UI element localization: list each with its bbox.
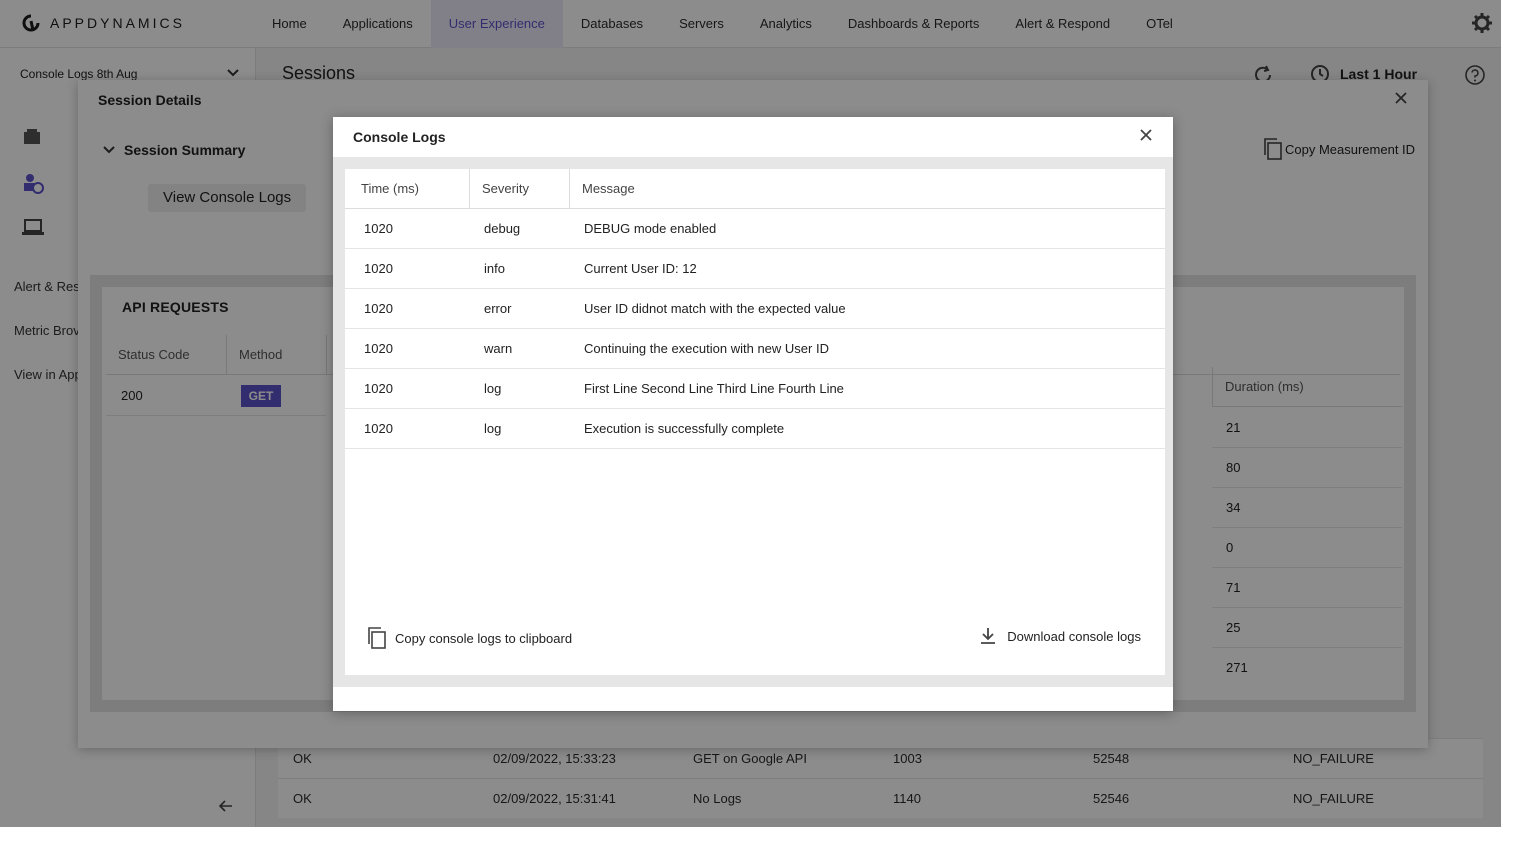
severity-cell: warn — [484, 341, 513, 356]
table-row[interactable]: 1020 warn Continuing the execution with … — [345, 329, 1165, 369]
column-divider — [569, 169, 570, 209]
severity-cell: log — [484, 421, 502, 436]
table-row[interactable]: 1020 log Execution is successfully compl… — [345, 409, 1165, 449]
table-row[interactable]: 1020 debug DEBUG mode enabled — [345, 209, 1165, 249]
download-console-logs-label: Download console logs — [1007, 628, 1141, 644]
table-header: Time (ms) Severity Message — [345, 169, 1165, 209]
download-console-logs-button[interactable]: Download console logs — [979, 627, 1141, 645]
close-icon[interactable] — [1139, 128, 1153, 142]
time-cell: 1020 — [364, 221, 393, 236]
severity-cell: info — [484, 261, 505, 276]
copy-console-logs-label: Copy console logs to clipboard — [395, 630, 573, 646]
message-cell: DEBUG mode enabled — [584, 221, 717, 236]
column-header-severity[interactable]: Severity — [482, 181, 529, 196]
column-header-time[interactable]: Time (ms) — [361, 181, 419, 196]
time-cell: 1020 — [364, 301, 393, 316]
message-cell: Continuing the execution with new User I… — [584, 341, 829, 356]
column-divider — [469, 169, 470, 209]
time-cell: 1020 — [364, 341, 393, 356]
console-logs-table: Time (ms) Severity Message 1020 debug DE… — [345, 169, 1165, 675]
table-row[interactable]: 1020 log First Line Second Line Third Li… — [345, 369, 1165, 409]
copy-icon — [367, 627, 387, 649]
time-cell: 1020 — [364, 261, 393, 276]
message-cell: User ID didnot match with the expected v… — [584, 301, 846, 316]
severity-cell: log — [484, 381, 502, 396]
console-logs-frame: Time (ms) Severity Message 1020 debug DE… — [333, 157, 1173, 687]
copy-console-logs-button[interactable]: Copy console logs to clipboard — [367, 627, 572, 649]
severity-cell: debug — [484, 221, 521, 236]
column-header-message[interactable]: Message — [582, 181, 635, 196]
severity-cell: error — [484, 301, 512, 316]
time-cell: 1020 — [364, 381, 393, 396]
table-row[interactable]: 1020 info Current User ID: 12 — [345, 249, 1165, 289]
dialog-title: Console Logs — [353, 129, 446, 145]
message-cell: Current User ID: 12 — [584, 261, 697, 276]
message-cell: First Line Second Line Third Line Fourth… — [584, 381, 844, 396]
table-row[interactable]: 1020 error User ID didnot match with the… — [345, 289, 1165, 329]
download-icon — [979, 627, 997, 645]
app-window: APPDYNAMICS Home Applications User Exper… — [0, 0, 1501, 827]
console-logs-dialog: Console Logs Time (ms) Severity Message … — [333, 117, 1173, 711]
time-cell: 1020 — [364, 421, 393, 436]
message-cell: Execution is successfully complete — [584, 421, 785, 436]
